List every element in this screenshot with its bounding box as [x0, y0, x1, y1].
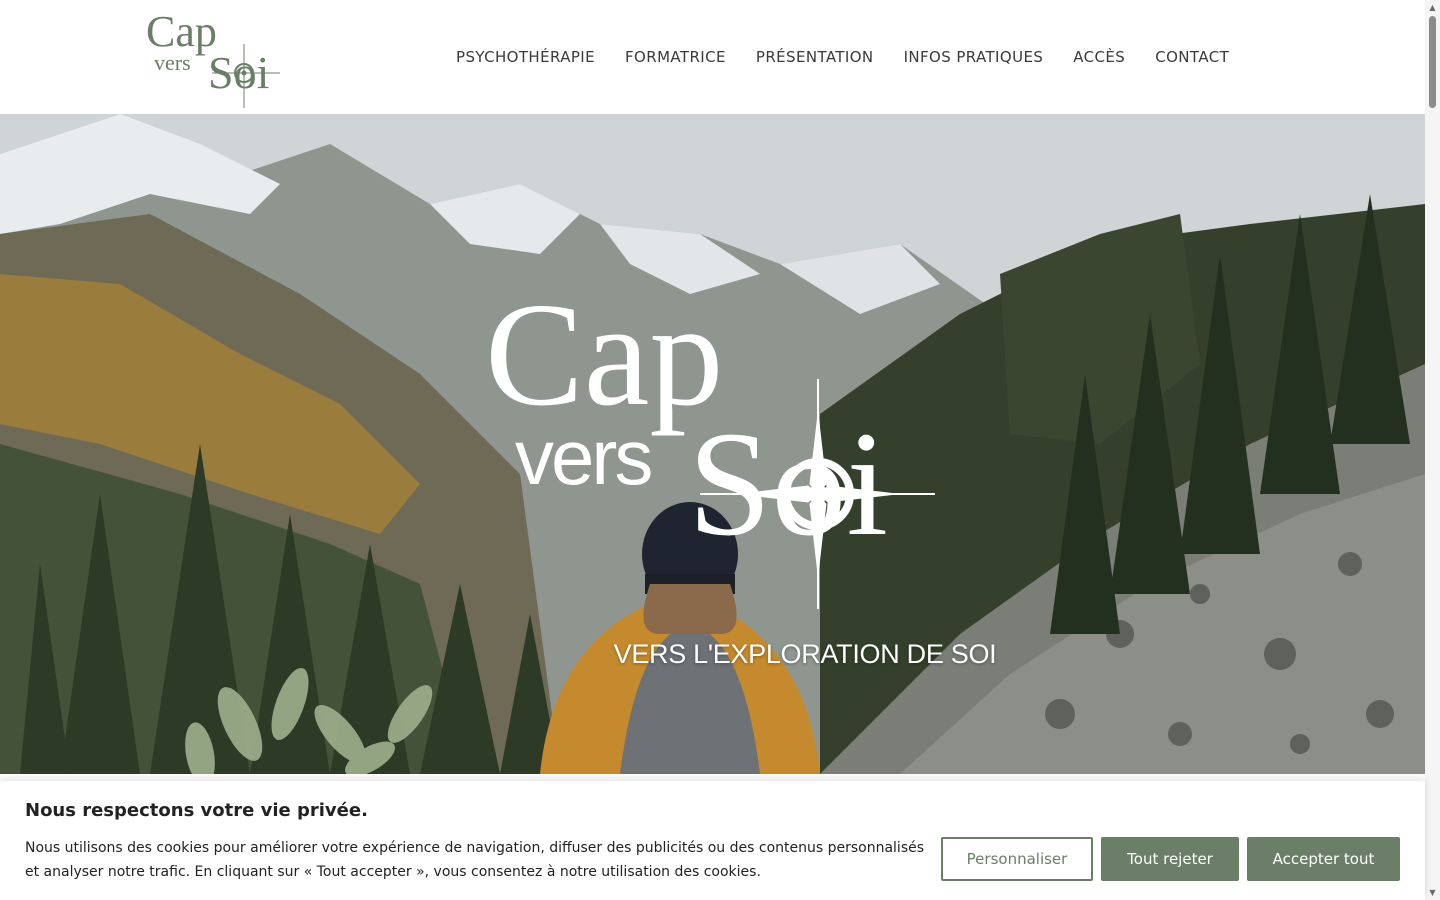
main-nav: PSYCHOTHÉRAPIE FORMATRICE PRÉSENTATION I…	[441, 44, 1244, 70]
cookie-consent-banner: Nous respectons votre vie privée. Nous u…	[0, 781, 1425, 900]
nav-item-formatrice[interactable]: FORMATRICE	[610, 44, 741, 70]
logo-graphic: Cap vers Soi	[146, 8, 280, 108]
cookie-banner-text: Nous utilisons des cookies pour améliore…	[25, 840, 925, 880]
svg-text:Cap: Cap	[146, 8, 217, 56]
page-scrollbar[interactable]: ▲ ▼	[1425, 0, 1440, 900]
nav-item-psychotherapie[interactable]: PSYCHOTHÉRAPIE	[441, 44, 610, 70]
scroll-down-arrow-icon[interactable]: ▼	[1425, 885, 1440, 900]
site-logo[interactable]: Cap vers Soi	[146, 8, 282, 108]
site-header: Cap vers Soi PSYCHOTHÉRAPIE FORMATRICE P…	[0, 0, 1425, 114]
nav-item-infos-pratiques[interactable]: INFOS PRATIQUES	[889, 44, 1059, 70]
accept-all-button[interactable]: Accepter tout	[1247, 837, 1400, 881]
hero-logo: Cap vers Soi	[485, 279, 935, 609]
reject-all-button[interactable]: Tout rejeter	[1101, 837, 1239, 881]
svg-text:vers: vers	[515, 413, 651, 501]
nav-item-contact[interactable]: CONTACT	[1140, 44, 1244, 70]
customize-cookies-button[interactable]: Personnaliser	[941, 837, 1093, 881]
svg-text:vers: vers	[154, 50, 191, 75]
hero-banner: Cap vers Soi VERS L'EXPLORATION DE SOI	[0, 114, 1425, 774]
scrollbar-thumb[interactable]	[1429, 16, 1436, 108]
nav-item-presentation[interactable]: PRÉSENTATION	[741, 44, 889, 70]
nav-item-acces[interactable]: ACCÈS	[1058, 44, 1140, 70]
cookie-banner-title: Nous respectons votre vie privée.	[25, 800, 368, 821]
hero-tagline: VERS L'EXPLORATION DE SOI	[613, 639, 997, 669]
scroll-up-arrow-icon[interactable]: ▲	[1425, 0, 1440, 15]
